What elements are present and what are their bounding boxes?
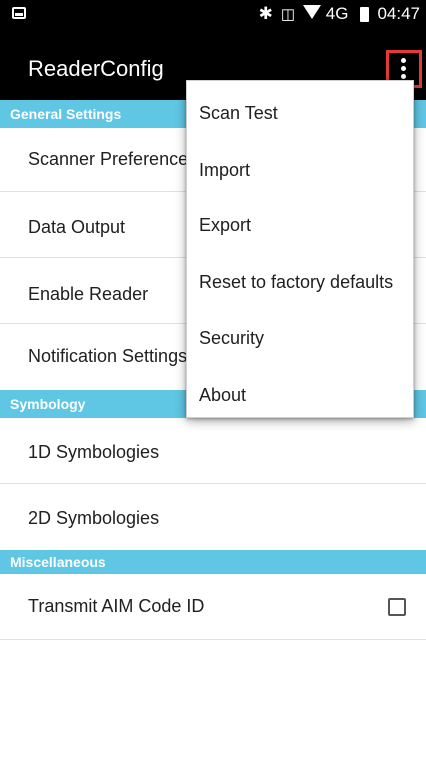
settings-item-label: Scanner Preferences bbox=[28, 149, 198, 169]
bluetooth-icon: ✱ bbox=[258, 4, 273, 23]
screenshot-icon bbox=[12, 7, 26, 19]
settings-item-1d-symbologies[interactable]: 1D Symbologies bbox=[0, 418, 426, 484]
settings-item-label: Notification Settings bbox=[28, 346, 188, 366]
menu-item-about[interactable]: About bbox=[187, 385, 413, 406]
section-miscellaneous: Miscellaneous bbox=[0, 550, 426, 574]
aim-checkbox[interactable] bbox=[388, 598, 406, 616]
menu-item-reset-factory-defaults[interactable]: Reset to factory defaults bbox=[187, 272, 413, 293]
status-time: 04:47 bbox=[377, 4, 420, 23]
more-vert-icon[interactable] bbox=[401, 58, 407, 79]
settings-item-transmit-aim-code-id[interactable]: Transmit AIM Code ID bbox=[0, 574, 426, 640]
menu-item-security[interactable]: Security bbox=[187, 328, 413, 349]
signal-icon bbox=[303, 5, 322, 19]
settings-item-2d-symbologies[interactable]: 2D Symbologies bbox=[0, 484, 426, 550]
status-icons: ✱ ◫ 4G 04:47 bbox=[259, 3, 420, 25]
settings-item-label: Transmit AIM Code ID bbox=[28, 596, 205, 616]
network-type: 4G bbox=[325, 4, 349, 23]
menu-item-export[interactable]: Export bbox=[187, 215, 413, 236]
vibrate-icon: ◫ bbox=[280, 6, 296, 23]
overflow-popup-menu: Scan Test Import Export Reset to factory… bbox=[186, 80, 414, 418]
settings-item-label: Data Output bbox=[28, 217, 126, 237]
settings-item-label: 1D Symbologies bbox=[28, 442, 160, 462]
status-bar: ✱ ◫ 4G 04:47 bbox=[0, 0, 426, 28]
menu-item-import[interactable]: Import bbox=[187, 160, 413, 181]
app-title: ReaderConfig bbox=[28, 56, 164, 81]
settings-item-label: 2D Symbologies bbox=[28, 508, 160, 528]
signal-group: 4G bbox=[303, 4, 348, 24]
battery-icon bbox=[360, 6, 370, 22]
menu-item-scan-test[interactable]: Scan Test bbox=[187, 103, 413, 124]
settings-item-label: Enable Reader bbox=[28, 284, 149, 304]
